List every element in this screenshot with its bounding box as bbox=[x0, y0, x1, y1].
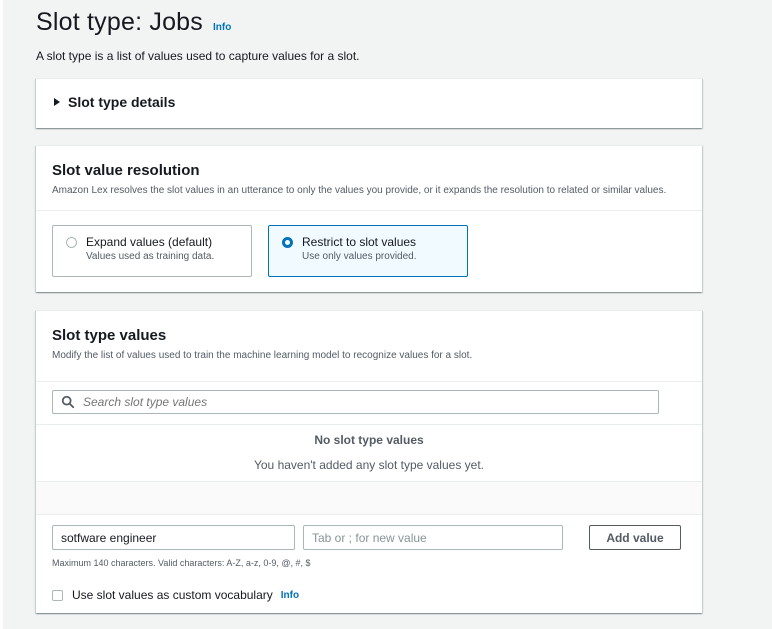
title-row: Slot type: Jobs Info bbox=[36, 8, 231, 37]
page-title: Slot type: Jobs bbox=[36, 8, 203, 36]
custom-vocabulary-checkbox[interactable] bbox=[52, 589, 63, 601]
empty-state-message: You haven't added any slot type values y… bbox=[253, 458, 484, 472]
slot-type-details-toggle[interactable]: Slot type details bbox=[54, 94, 175, 110]
custom-vocabulary-row: Use slot values as custom vocabulary Inf… bbox=[52, 588, 299, 602]
title-info-link[interactable]: Info bbox=[213, 22, 231, 33]
divider bbox=[36, 424, 702, 425]
radio-unselected-icon[interactable] bbox=[66, 237, 77, 248]
values-title: Slot type values bbox=[52, 327, 167, 344]
value-constraints-hint: Maximum 140 characters. Valid characters… bbox=[52, 558, 311, 568]
slot-type-details-panel: Slot type details bbox=[36, 78, 702, 128]
custom-vocabulary-label: Use slot values as custom vocabulary bbox=[72, 588, 273, 602]
page-edge bbox=[0, 0, 3, 629]
expand-values-option[interactable]: Expand values (default) Values used as t… bbox=[52, 225, 252, 277]
slot-type-details-label: Slot type details bbox=[68, 94, 176, 110]
search-icon bbox=[61, 395, 75, 409]
slot-value-resolution-panel: Slot value resolution Amazon Lex resolve… bbox=[36, 145, 702, 292]
synonym-input[interactable] bbox=[303, 525, 563, 550]
slot-value-input[interactable] bbox=[52, 525, 295, 550]
vocabulary-info-link[interactable]: Info bbox=[281, 590, 299, 601]
empty-state-title: No slot type values bbox=[314, 433, 424, 447]
caret-right-icon bbox=[54, 98, 60, 106]
restrict-values-option[interactable]: Restrict to slot values Use only values … bbox=[268, 225, 468, 277]
slot-type-values-panel: Slot type values Modify the list of valu… bbox=[36, 310, 702, 613]
search-box[interactable] bbox=[52, 390, 659, 414]
expand-values-label: Expand values (default) bbox=[86, 235, 213, 249]
restrict-values-label: Restrict to slot values bbox=[302, 235, 417, 249]
values-description: Modify the list of values used to train … bbox=[52, 350, 473, 361]
divider bbox=[36, 210, 702, 211]
add-value-button[interactable]: Add value bbox=[589, 525, 681, 550]
search-input[interactable] bbox=[81, 394, 641, 410]
values-list-band bbox=[36, 481, 702, 515]
radio-selected-icon[interactable] bbox=[282, 237, 293, 248]
expand-values-sublabel: Values used as training data. bbox=[86, 251, 215, 262]
resolution-description: Amazon Lex resolves the slot values in a… bbox=[52, 185, 667, 196]
page-description: A slot type is a list of values used to … bbox=[36, 49, 360, 63]
restrict-values-sublabel: Use only values provided. bbox=[302, 251, 417, 262]
divider bbox=[36, 381, 702, 382]
resolution-title: Slot value resolution bbox=[52, 162, 200, 179]
